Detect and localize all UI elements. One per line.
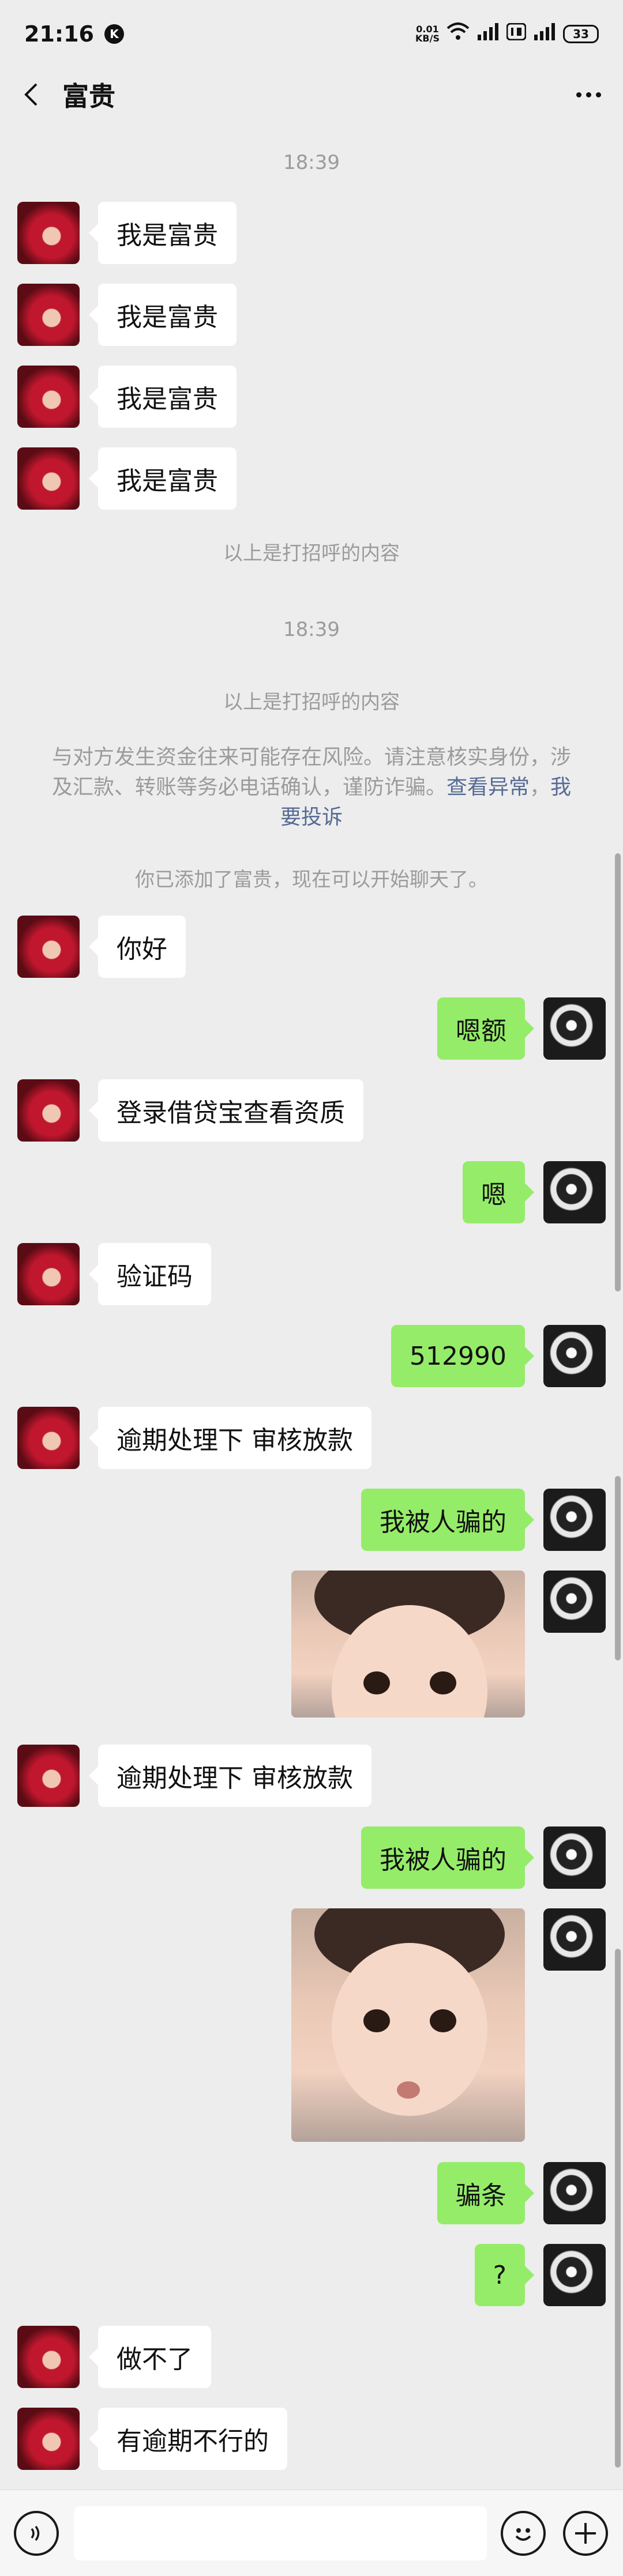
battery-icon: 33 — [563, 25, 599, 43]
contact-avatar[interactable] — [17, 1079, 80, 1142]
image-message[interactable] — [291, 1571, 525, 1718]
app-badge-icon: K — [104, 24, 124, 44]
message-bubble[interactable]: 我是富贵 — [89, 202, 237, 264]
my-avatar[interactable] — [543, 1571, 606, 1633]
message-bubble[interactable]: 登录借贷宝查看资质 — [89, 1079, 363, 1142]
my-avatar[interactable] — [543, 997, 606, 1060]
scrollbar[interactable] — [615, 1949, 621, 2468]
contact-avatar[interactable] — [17, 2326, 80, 2388]
emoji-icon[interactable] — [501, 2511, 546, 2556]
network-speed: 0.01 KB/S — [415, 25, 440, 43]
message-row: 我被人骗的 — [0, 1826, 623, 1890]
message-row: ? — [0, 2244, 623, 2307]
hd-icon — [506, 22, 527, 45]
plus-icon[interactable] — [563, 2511, 608, 2556]
message-bubble[interactable]: 你好 — [89, 916, 186, 978]
message-bubble[interactable]: 我是富贵 — [89, 366, 237, 428]
my-avatar[interactable] — [543, 1161, 606, 1223]
my-avatar[interactable] — [543, 2162, 606, 2224]
message-row: 登录借贷宝查看资质 — [0, 1079, 623, 1143]
message-bubble[interactable]: 做不了 — [89, 2326, 211, 2388]
contact-avatar[interactable] — [17, 447, 80, 510]
timestamp: 18:39 — [283, 618, 340, 641]
input-bar — [0, 2490, 623, 2576]
contact-avatar[interactable] — [17, 2408, 80, 2470]
view-anomaly-link[interactable]: 查看异常 — [446, 775, 530, 799]
message-bubble[interactable]: 我被人骗的 — [361, 1489, 534, 1551]
my-avatar[interactable] — [543, 1908, 606, 1971]
message-row: 逾期处理下 审核放款 — [0, 1745, 623, 1808]
message-row — [0, 1908, 623, 2145]
contact-avatar[interactable] — [17, 1407, 80, 1469]
message-row: 我是富贵 — [0, 366, 623, 429]
my-avatar[interactable] — [543, 1489, 606, 1551]
message-bubble[interactable]: 512990 — [391, 1325, 534, 1387]
my-avatar[interactable] — [543, 1325, 606, 1387]
message-row: 嗯 — [0, 1161, 623, 1225]
voice-icon[interactable] — [14, 2511, 59, 2556]
message-bubble[interactable]: 嗯 — [463, 1161, 534, 1223]
message-input[interactable] — [74, 2506, 487, 2560]
message-bubble[interactable]: 嗯额 — [437, 997, 534, 1060]
message-bubble[interactable]: 逾期处理下 审核放款 — [89, 1407, 371, 1469]
back-icon[interactable] — [17, 81, 45, 108]
greet-note: 以上是打招呼的内容 — [223, 542, 400, 565]
contact-avatar[interactable] — [17, 202, 80, 264]
status-bar: 21:16 K 0.01 KB/S 33 — [0, 0, 623, 68]
message-bubble[interactable]: 验证码 — [89, 1243, 211, 1305]
message-bubble[interactable]: 骗条 — [437, 2162, 534, 2224]
message-row: 有逾期不行的 — [0, 2408, 623, 2471]
signal-icon-2 — [533, 23, 556, 45]
message-row — [0, 1571, 623, 1720]
message-row: 验证码 — [0, 1243, 623, 1306]
message-row: 嗯额 — [0, 997, 623, 1061]
message-row: 我被人骗的 — [0, 1489, 623, 1552]
message-row: 我是富贵 — [0, 447, 623, 511]
contact-avatar[interactable] — [17, 1745, 80, 1807]
signal-icon — [476, 23, 500, 45]
message-row: 骗条 — [0, 2162, 623, 2225]
message-bubble[interactable]: 我被人骗的 — [361, 1826, 534, 1889]
contact-avatar[interactable] — [17, 366, 80, 428]
contact-avatar[interactable] — [17, 1243, 80, 1305]
chat-header: 富贵 — [0, 68, 623, 121]
message-row: 512990 — [0, 1325, 623, 1388]
status-icons: 0.01 KB/S 33 — [415, 22, 599, 46]
message-row: 你好 — [0, 916, 623, 979]
contact-avatar[interactable] — [17, 284, 80, 346]
warning-separator: ， — [530, 775, 551, 799]
scrollbar[interactable] — [615, 1476, 621, 1660]
message-row: 我是富贵 — [0, 202, 623, 265]
message-bubble[interactable]: 我是富贵 — [89, 284, 237, 346]
risk-warning: 与对方发生资金往来可能存在风险。请注意核实身份，涉及汇款、转账等务必电话确认，谨… — [46, 743, 577, 833]
my-avatar[interactable] — [543, 2244, 606, 2306]
message-bubble[interactable]: 我是富贵 — [89, 447, 237, 510]
timestamp: 18:39 — [283, 151, 340, 174]
friend-added-note: 你已添加了富贵，现在可以开始聊天了。 — [135, 868, 488, 891]
wifi-icon — [446, 22, 470, 46]
scrollbar[interactable] — [615, 853, 621, 1291]
message-row: 我是富贵 — [0, 284, 623, 347]
message-bubble[interactable]: 逾期处理下 审核放款 — [89, 1745, 371, 1807]
message-bubble[interactable]: 有逾期不行的 — [89, 2408, 287, 2470]
status-time: 21:16 — [24, 21, 94, 47]
my-avatar[interactable] — [543, 1826, 606, 1889]
network-speed-unit: KB/S — [415, 33, 440, 44]
message-row: 做不了 — [0, 2326, 623, 2389]
contact-avatar[interactable] — [17, 916, 80, 978]
greet-note: 以上是打招呼的内容 — [223, 691, 400, 714]
message-row: 逾期处理下 审核放款 — [0, 1407, 623, 1470]
more-icon[interactable] — [571, 81, 606, 108]
chat-title: 富贵 — [62, 81, 115, 112]
message-bubble[interactable]: ? — [474, 2244, 535, 2306]
image-message[interactable] — [291, 1908, 525, 2142]
